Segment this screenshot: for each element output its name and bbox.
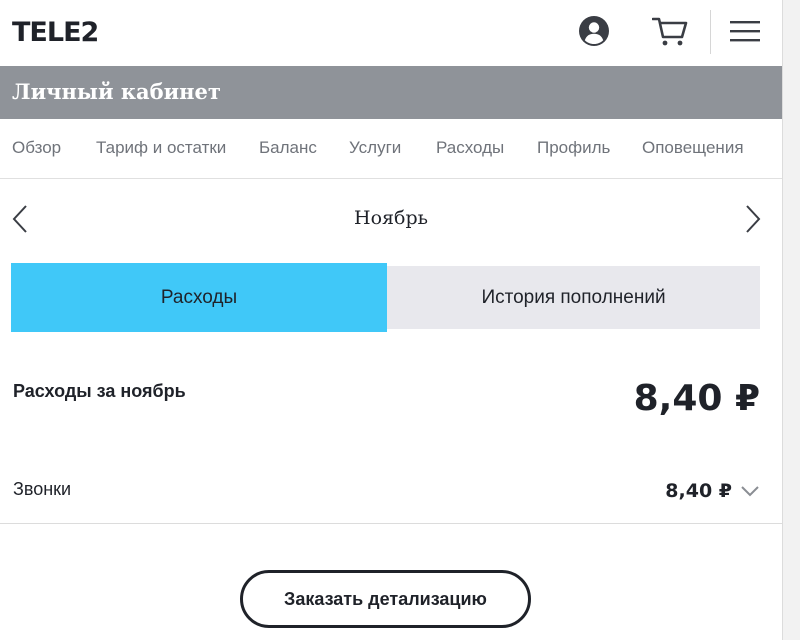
tele2-logo[interactable]: TELE2 [12,18,99,48]
current-month-label: Ноябрь [354,207,428,229]
user-account-icon[interactable] [577,14,611,48]
tab-topup-history-label: История пополнений [481,286,666,308]
calls-label: Звонки [13,479,72,499]
tab-topup-history[interactable]: История пополнений [387,266,760,329]
vertical-scrollbar[interactable] [782,0,800,640]
cabinet-titlebar: Личный кабинет [0,66,782,119]
nav-item-profile[interactable]: Профиль [537,137,610,159]
nav-item-services[interactable]: Услуги [349,137,401,159]
expenses-summary-label: Расходы за ноябрь [13,381,186,401]
next-month-chevron-icon[interactable] [742,204,764,234]
month-switcher: Ноябрь [0,180,782,260]
header-divider [710,10,711,54]
nav-item-expenses[interactable]: Расходы [436,137,504,159]
page: TELE2 Личный кабинет Обзор Тариф и остат… [0,0,782,640]
order-details-label: Заказать детализацию [284,588,487,609]
tab-expenses[interactable]: Расходы [11,263,387,332]
cart-icon[interactable] [651,14,689,48]
nav-item-overview[interactable]: Обзор [12,137,61,159]
calls-amount: 8,40 ₽ [665,480,732,502]
nav-item-balance[interactable]: Баланс [259,137,317,159]
site-header: TELE2 [0,0,782,66]
cabinet-nav: Обзор Тариф и остатки Баланс Услуги Расх… [0,119,782,179]
page-title: Личный кабинет [12,79,221,104]
nav-item-notifications[interactable]: Оповещения [642,137,744,159]
expenses-summary-amount: 8,40 ₽ [633,378,760,419]
nav-item-tariff[interactable]: Тариф и остатки [96,137,226,159]
tab-expenses-label: Расходы [160,286,238,308]
order-details-button[interactable]: Заказать детализацию [240,570,531,628]
chevron-down-icon[interactable] [740,484,760,498]
calls-expense-row[interactable]: Звонки 8,40 ₽ [0,458,782,524]
hamburger-menu-icon[interactable] [728,14,762,48]
